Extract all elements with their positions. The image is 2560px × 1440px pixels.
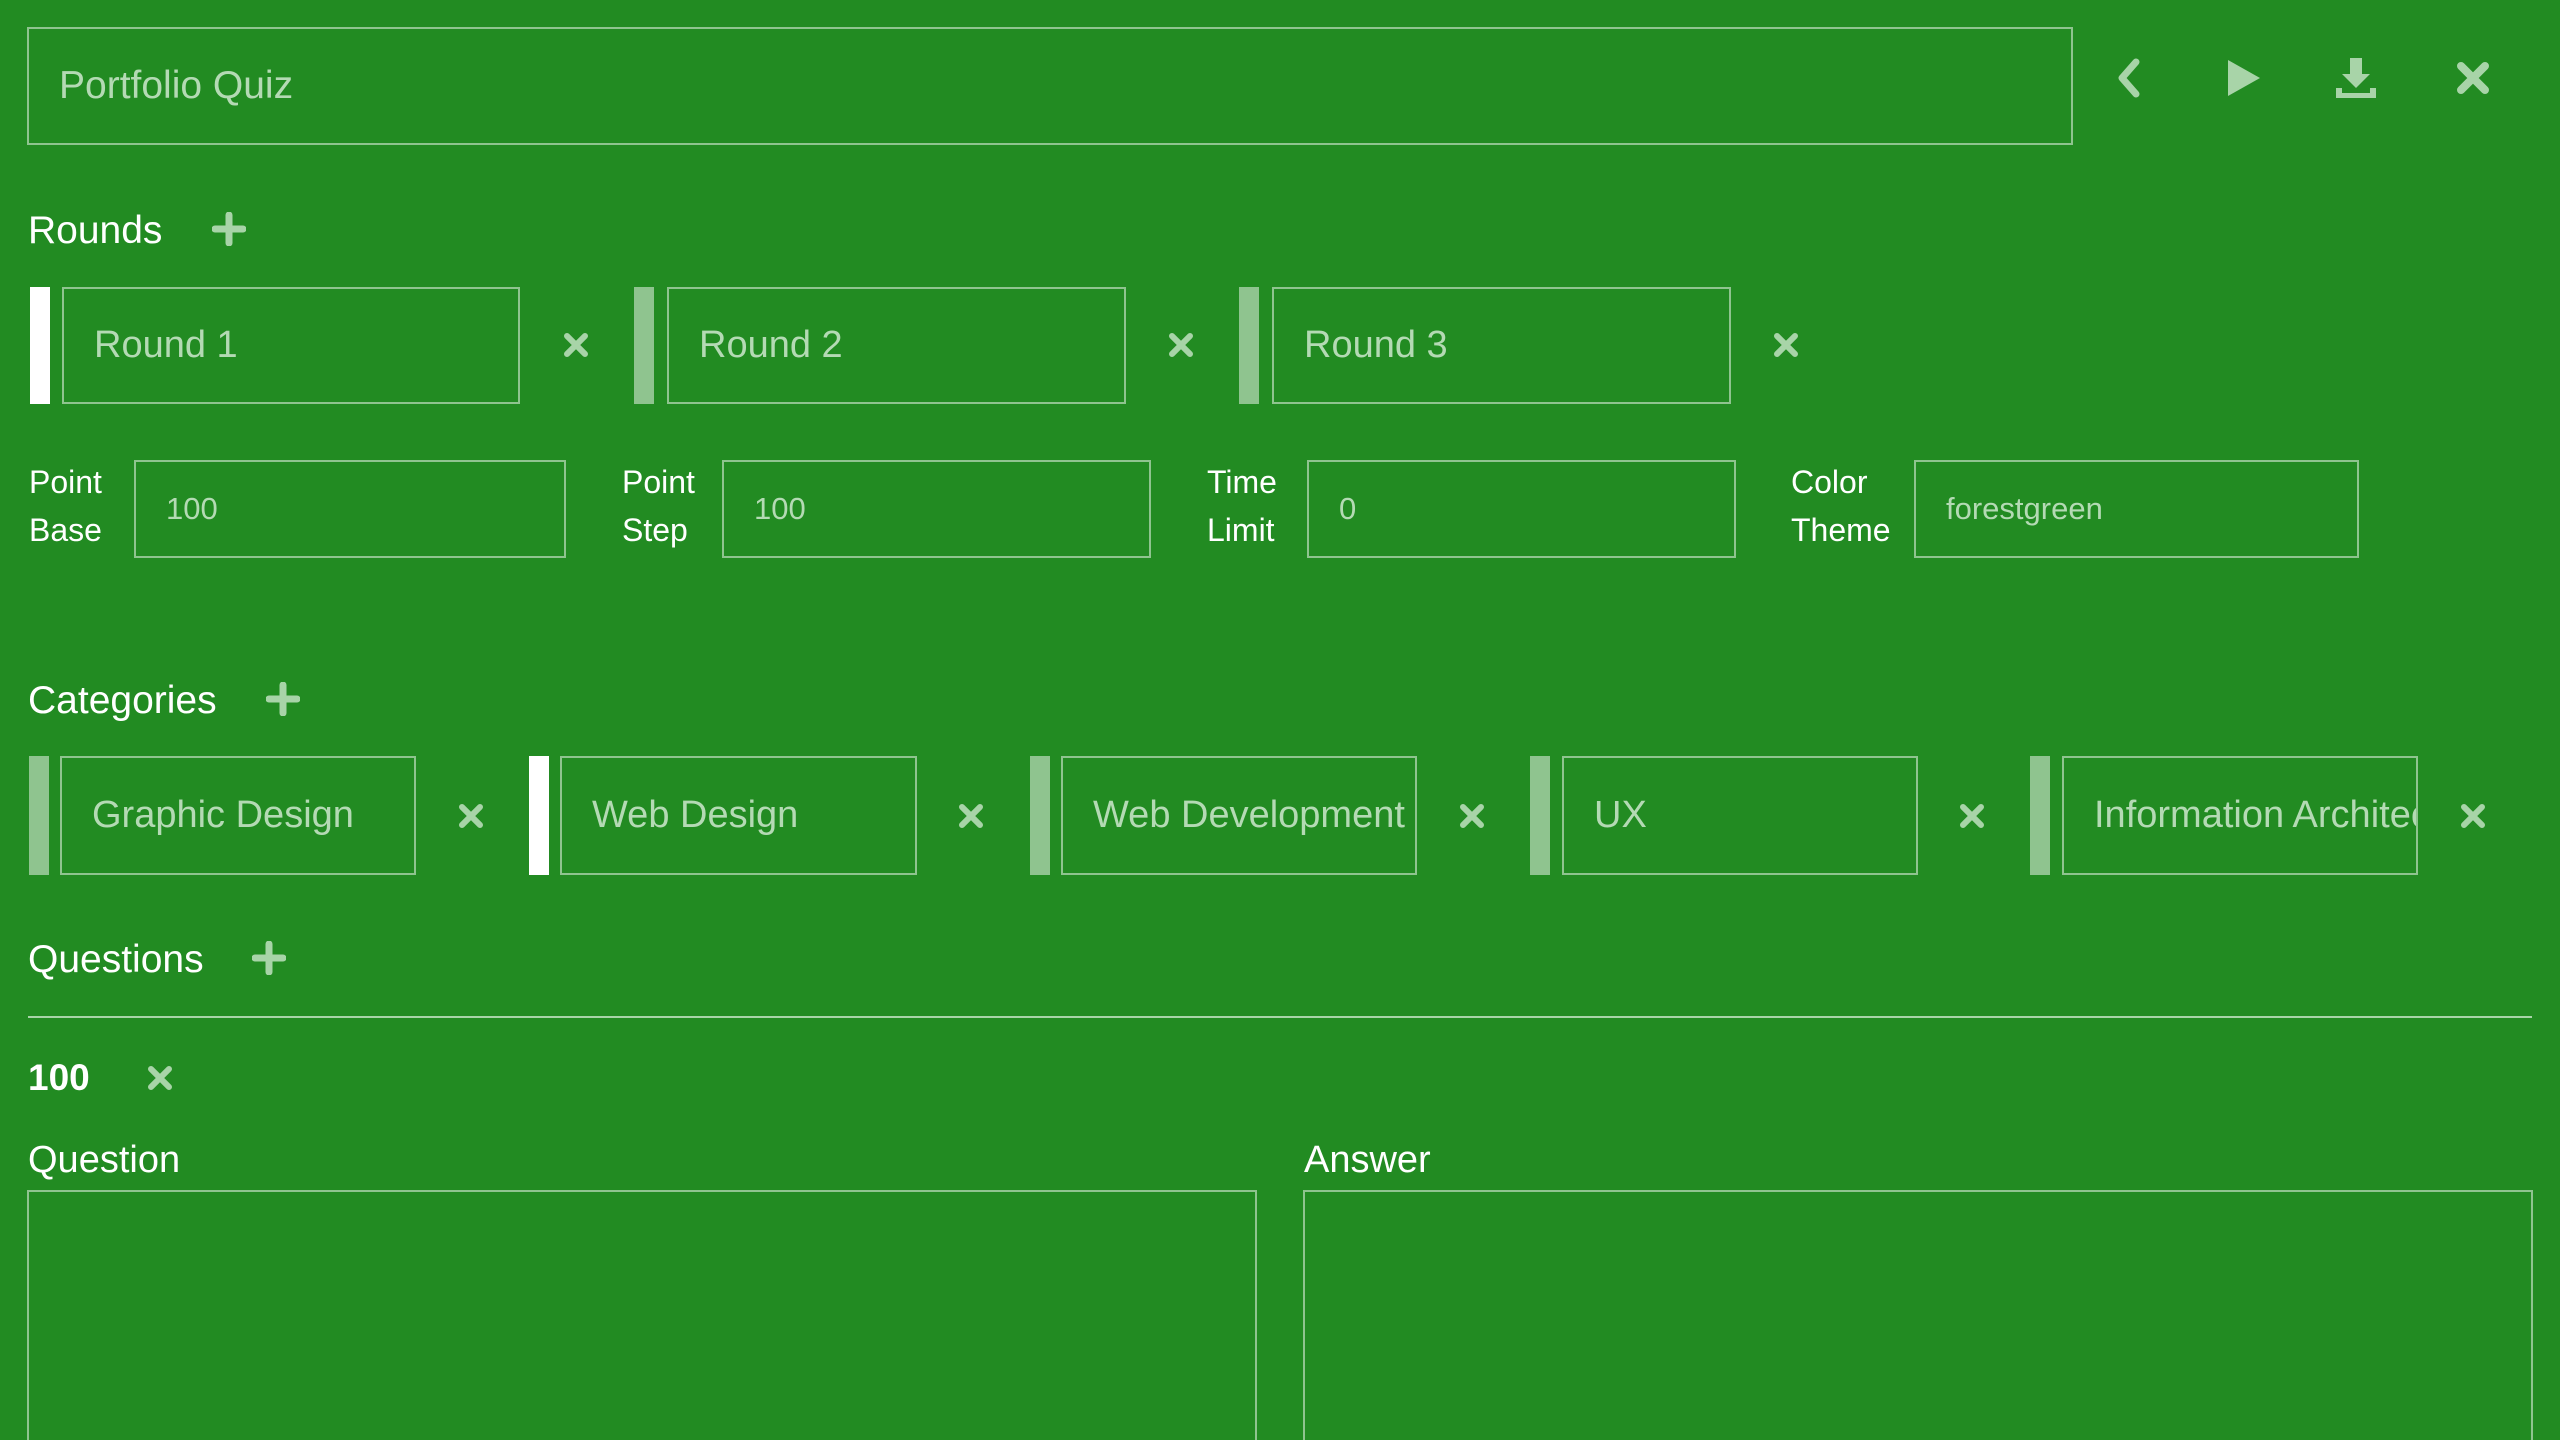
remove-category-5-icon[interactable] xyxy=(2458,801,2488,831)
question-label: Question xyxy=(28,1139,181,1181)
round-2-input[interactable] xyxy=(667,287,1126,404)
remove-category-4-icon[interactable] xyxy=(1957,801,1987,831)
remove-round-3-icon[interactable] xyxy=(1771,330,1801,360)
question-points-label: 100 xyxy=(28,1057,90,1098)
time-limit-input[interactable] xyxy=(1307,460,1736,558)
category-2-indicator[interactable] xyxy=(529,756,549,875)
category-4-indicator[interactable] xyxy=(1530,756,1550,875)
close-icon[interactable] xyxy=(2447,52,2499,104)
remove-category-2-icon[interactable] xyxy=(956,801,986,831)
category-3-indicator[interactable] xyxy=(1030,756,1050,875)
category-2-input[interactable] xyxy=(560,756,917,875)
round-3-input[interactable] xyxy=(1272,287,1731,404)
round-2-indicator[interactable] xyxy=(634,287,654,404)
time-limit-label: Time Limit xyxy=(1207,464,1277,548)
category-1-input[interactable] xyxy=(60,756,416,875)
category-5-input[interactable] xyxy=(2062,756,2418,875)
answer-label: Answer xyxy=(1304,1139,1431,1181)
category-5-indicator[interactable] xyxy=(2030,756,2050,875)
category-4-input[interactable] xyxy=(1562,756,1918,875)
add-round-plus-icon[interactable] xyxy=(212,212,246,246)
add-question-plus-icon[interactable] xyxy=(252,941,286,975)
remove-round-1-icon[interactable] xyxy=(561,330,591,360)
rounds-list xyxy=(0,287,2560,404)
color-theme-label: Color Theme xyxy=(1791,464,1891,548)
color-theme-input[interactable] xyxy=(1914,460,2359,558)
quiz-title-input[interactable] xyxy=(27,27,2073,145)
round-1-indicator[interactable] xyxy=(30,287,50,404)
category-1-indicator[interactable] xyxy=(29,756,49,875)
point-base-input[interactable] xyxy=(134,460,566,558)
download-icon[interactable] xyxy=(2330,52,2382,104)
answer-textarea[interactable] xyxy=(1303,1190,2533,1440)
remove-question-icon[interactable] xyxy=(145,1063,175,1093)
category-3-input[interactable] xyxy=(1061,756,1417,875)
rounds-heading: Rounds xyxy=(28,209,163,252)
quiz-editor: Rounds Point Base Point Step xyxy=(0,0,2560,1440)
point-step-label: Point Step xyxy=(622,464,695,548)
categories-heading: Categories xyxy=(28,679,217,722)
remove-round-2-icon[interactable] xyxy=(1166,330,1196,360)
point-base-label: Point Base xyxy=(29,464,102,548)
add-category-plus-icon[interactable] xyxy=(266,682,300,716)
round-1-input[interactable] xyxy=(62,287,520,404)
remove-category-3-icon[interactable] xyxy=(1457,801,1487,831)
questions-heading: Questions xyxy=(28,938,204,981)
remove-category-1-icon[interactable] xyxy=(456,801,486,831)
point-step-input[interactable] xyxy=(722,460,1151,558)
round-settings: Point Base Point Step Time Limit Color T… xyxy=(0,458,2560,560)
questions-divider xyxy=(28,1016,2532,1018)
categories-list xyxy=(0,756,2560,875)
chevron-left-icon[interactable] xyxy=(2104,52,2156,104)
round-3-indicator[interactable] xyxy=(1239,287,1259,404)
question-textarea[interactable] xyxy=(27,1190,1257,1440)
play-icon[interactable] xyxy=(2216,52,2268,104)
